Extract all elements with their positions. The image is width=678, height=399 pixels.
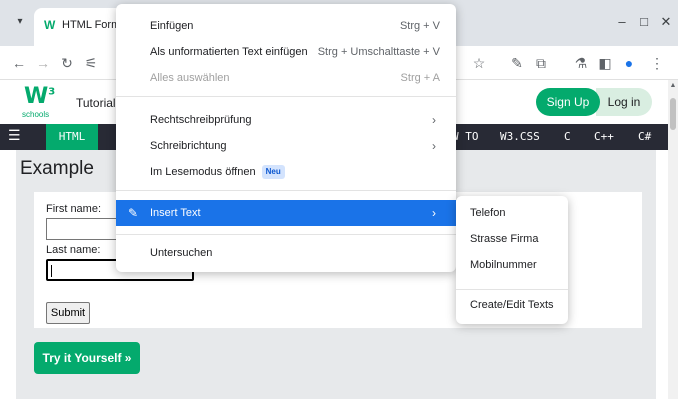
submenu-item-create-edit-texts[interactable]: Create/Edit Texts: [456, 293, 568, 317]
tutorials-menu[interactable]: Tutorial: [76, 96, 116, 110]
chevron-down-icon[interactable]: ▾: [12, 14, 28, 30]
tab-title: HTML Forms: [62, 19, 120, 31]
chevron-right-icon: ›: [432, 206, 436, 220]
scroll-up-icon[interactable]: ▲: [668, 82, 678, 89]
pen-icon: ✎: [128, 206, 139, 220]
login-button[interactable]: Log in: [596, 88, 652, 116]
scrollbar-thumb[interactable]: [670, 98, 676, 130]
nav-html[interactable]: HTML: [46, 124, 98, 150]
profile-icon[interactable]: ●: [620, 54, 638, 72]
nav-cpp[interactable]: C++: [594, 124, 614, 150]
menu-item-inspect[interactable]: Untersuchen: [116, 240, 456, 266]
submenu-separator: [456, 289, 568, 290]
menu-item-select-all[interactable]: Alles auswählen Strg + A: [116, 65, 456, 91]
menu-separator: [116, 190, 456, 191]
close-icon[interactable]: ✕: [658, 14, 674, 30]
w3schools-logo[interactable]: W3: [24, 84, 55, 109]
kebab-menu-icon[interactable]: ⋮: [648, 54, 666, 72]
menu-item-spellcheck[interactable]: Rechtschreibprüfung ›: [116, 107, 456, 133]
menu-item-reading-mode[interactable]: Im Lesemodus öffnen Neu: [116, 159, 456, 185]
submenu-item-telefon[interactable]: Telefon: [456, 201, 568, 225]
new-badge: Neu: [261, 165, 285, 180]
try-it-yourself-button[interactable]: Try it Yourself »: [34, 342, 140, 374]
example-title: Example: [20, 158, 94, 179]
tune-icon[interactable]: ⚟: [82, 54, 100, 72]
menu-separator: [116, 234, 456, 235]
maximize-icon[interactable]: □: [636, 14, 652, 30]
flask-icon[interactable]: ⚗: [572, 54, 590, 72]
reload-icon[interactable]: ↻: [58, 54, 76, 72]
menu-item-paste[interactable]: Einfügen Strg + V: [116, 13, 456, 39]
arrow-left-icon[interactable]: ←: [10, 54, 28, 72]
chevron-right-icon: ›: [432, 139, 436, 153]
menu-separator: [116, 96, 456, 97]
submenu-item-strasse-firma[interactable]: Strasse Firma: [456, 227, 568, 251]
submit-button[interactable]: Submit: [46, 302, 90, 324]
minimize-icon[interactable]: –: [614, 14, 630, 30]
browser-tab[interactable]: W HTML Forms: [34, 8, 124, 46]
menu-item-writing-direction[interactable]: Schreibrichtung ›: [116, 133, 456, 159]
menu-item-insert-text[interactable]: ✎ Insert Text ›: [116, 200, 456, 226]
insert-text-submenu: Telefon Strasse Firma Mobilnummer Create…: [456, 196, 568, 324]
context-menu: Einfügen Strg + V Als unformatierten Tex…: [116, 4, 456, 272]
menu-item-paste-plain[interactable]: Als unformatierten Text einfügen Strg + …: [116, 39, 456, 65]
nav-csharp[interactable]: C#: [638, 124, 651, 150]
w3schools-favicon-icon: W: [44, 18, 56, 32]
submenu-item-mobilnummer[interactable]: Mobilnummer: [456, 253, 568, 277]
text-caret: [51, 265, 52, 277]
puzzle-icon[interactable]: ⧉: [532, 54, 550, 72]
sidepanel-icon[interactable]: ◧: [596, 54, 614, 72]
logo-subtitle: schools: [22, 110, 50, 119]
first-name-label: First name:: [46, 203, 102, 215]
nav-w3css[interactable]: W3.CSS: [500, 124, 540, 150]
signup-button[interactable]: Sign Up: [536, 88, 600, 116]
arrow-right-icon[interactable]: →: [34, 54, 52, 72]
chevron-right-icon: ›: [432, 113, 436, 127]
pen-icon[interactable]: ✎: [508, 54, 526, 72]
hamburger-icon[interactable]: ☰: [8, 127, 21, 144]
star-icon[interactable]: ☆: [470, 54, 488, 72]
nav-c[interactable]: C: [564, 124, 571, 150]
last-name-label: Last name:: [46, 244, 101, 256]
